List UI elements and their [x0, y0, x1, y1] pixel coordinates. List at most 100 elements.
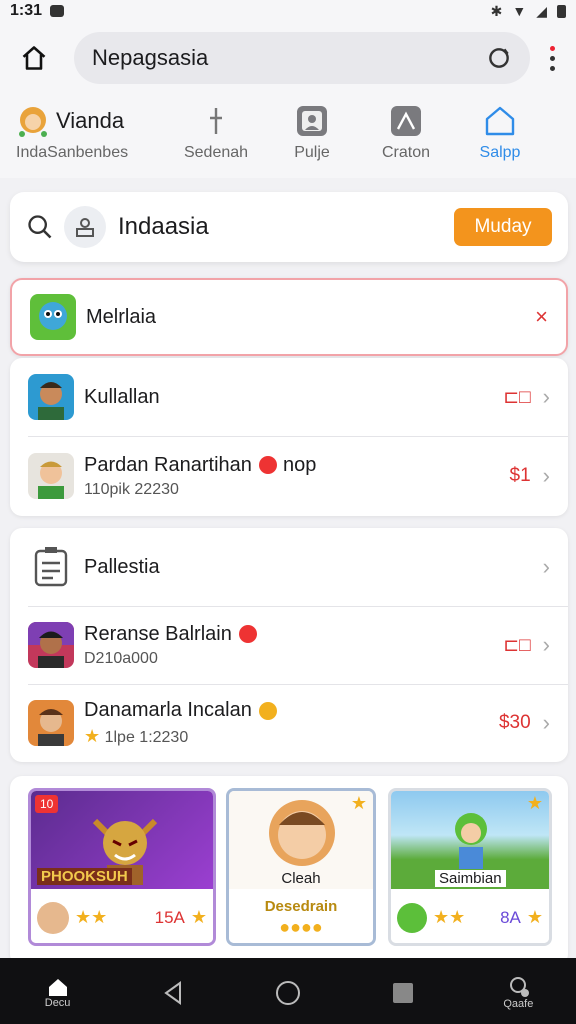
- main-search-label: Indaasia: [118, 213, 209, 240]
- message-icon: [50, 5, 65, 17]
- game-art: ★ Saimbian: [391, 791, 549, 889]
- main-search-bar[interactable]: Indaasia Muday: [10, 192, 568, 262]
- game-subtitle: Desedrain: [264, 897, 338, 915]
- item-title: Reranse Balrlain: [84, 623, 503, 646]
- chevron-right-icon: ›: [542, 554, 550, 579]
- list-item[interactable]: Danamarla Incalan ★ 1lpe 1:2230 $30 ›: [10, 684, 568, 762]
- selected-item-card[interactable]: Melrlaia ×: [10, 278, 568, 356]
- category-label: IndaSanbenbes: [16, 144, 129, 161]
- category-item-pulje[interactable]: Pulje: [266, 98, 358, 162]
- game-tile[interactable]: ★ Cleah Desedrain ●●●●: [226, 788, 376, 946]
- status-bar: 1:31 ✱ ▼ ◢: [0, 0, 576, 22]
- top-bar: Nepagsasia: [0, 22, 576, 94]
- category-item-sedenah[interactable]: Sedenah: [166, 98, 266, 162]
- item-title: Pardan Ranartihan nop: [84, 453, 317, 476]
- category-label: Sedenah: [183, 144, 249, 161]
- list-item[interactable]: Kullallan ⊏□ ›: [10, 358, 568, 436]
- status-icons: ✱ ▼ ◢: [491, 3, 566, 20]
- nav-profile-label: Qaafe: [503, 998, 534, 1010]
- nav-back[interactable]: [133, 981, 213, 1005]
- user-avatar[interactable]: [64, 206, 106, 248]
- category-label: Craton: [381, 144, 431, 161]
- nav-home-label: Decu: [44, 997, 71, 1009]
- wifi-icon: ▼: [512, 3, 527, 19]
- player-avatar: [397, 902, 427, 933]
- game-price: 15A: [154, 907, 185, 927]
- category-row: Vianda IndaSanbenbes Sedenah Pulje Crato…: [0, 94, 576, 178]
- star-icon: ★: [84, 726, 101, 746]
- badge-icon: [239, 625, 258, 644]
- game-price: 8A: [500, 907, 521, 927]
- home-button[interactable]: [14, 38, 54, 78]
- chevron-right-icon: ›: [542, 384, 550, 409]
- home-icon: [22, 46, 46, 70]
- category-item-craton[interactable]: Craton: [358, 98, 454, 162]
- game-badge: 10: [35, 795, 59, 813]
- list-item[interactable]: Pardan Ranartihan nop 110pik 22230 $1 ›: [10, 436, 568, 516]
- status-time: 1:31: [10, 2, 43, 19]
- app-icon: [28, 453, 74, 499]
- item-subtitle: 110pik 22230: [84, 480, 179, 498]
- hanger-icon: [391, 106, 421, 136]
- game-title: PHOOKSUH: [37, 868, 132, 885]
- house-icon: [485, 106, 515, 136]
- chevron-right-icon: ›: [542, 632, 550, 657]
- list-item[interactable]: Reranse Balrlain D210a000 ⊏□ ›: [10, 606, 568, 684]
- emoji-icon: [259, 701, 278, 720]
- back-icon: [164, 981, 181, 1005]
- game-art: ★ Cleah: [229, 791, 373, 889]
- url-search-field[interactable]: Nepagsasia: [74, 32, 530, 84]
- game-footer: ★★ 15A ★: [31, 889, 213, 943]
- rating-stars: ★★: [75, 907, 108, 927]
- nav-recents[interactable]: [363, 982, 443, 1004]
- calculator-icon: [28, 544, 74, 590]
- item-price: $1: [509, 465, 531, 486]
- list-card-2: Pallestia › Reranse Balrlain D210a000 ⊏□…: [10, 528, 568, 762]
- image-icon: [297, 106, 327, 136]
- recents-icon: [393, 983, 414, 1003]
- nav-home[interactable]: Decu: [18, 977, 98, 1009]
- star-icon: ★: [526, 907, 543, 927]
- overflow-menu-button[interactable]: [542, 45, 562, 71]
- close-icon[interactable]: ×: [535, 304, 548, 330]
- bluetooth-icon: ✱: [490, 2, 503, 19]
- category-item-salpp[interactable]: Salpp: [454, 98, 546, 162]
- app-icon: [28, 700, 74, 746]
- item-subtitle: D210a000: [84, 649, 158, 667]
- player-avatar: [37, 901, 69, 934]
- tool-icon: [210, 108, 222, 134]
- nav-profile[interactable]: Qaafe: [478, 976, 558, 1010]
- chevron-right-icon: ›: [542, 710, 550, 735]
- game-footer: ★★ 8A ★: [391, 889, 549, 943]
- chevron-right-icon: ›: [542, 463, 550, 488]
- game-tile[interactable]: ★ Saimbian ★★ 8A ★: [388, 788, 552, 946]
- star-icon: ★: [526, 793, 543, 813]
- muday-button[interactable]: Muday: [454, 208, 552, 246]
- refresh-icon[interactable]: [486, 45, 512, 71]
- star-icon: ★: [190, 907, 207, 927]
- system-nav-bar: Decu Qaafe: [0, 958, 576, 1024]
- cart-icon[interactable]: ⊏□: [503, 386, 530, 409]
- signal-icon: ◢: [536, 2, 547, 19]
- search-icon: [28, 215, 52, 239]
- item-title: Melrlaia: [86, 305, 157, 328]
- badge-icon: [259, 456, 278, 475]
- rating-stars: ★★: [433, 907, 466, 927]
- rating-stars: ●●●●: [279, 916, 323, 937]
- item-price: $30: [498, 712, 531, 733]
- list-item[interactable]: Melrlaia ×: [12, 280, 566, 354]
- list-card-1: Kullallan ⊏□ › Pardan Ranartihan nop 110…: [10, 358, 568, 516]
- game-tile[interactable]: 10 PHOOKSUH ★★ 15A ★: [28, 788, 216, 946]
- battery-icon: [557, 4, 566, 18]
- games-carousel: 10 PHOOKSUH ★★ 15A ★ ★ Cleah Desedrain ●…: [10, 776, 568, 966]
- game-footer: Desedrain ●●●●: [229, 889, 373, 943]
- game-title: Saimbian: [435, 870, 506, 887]
- cart-icon[interactable]: ⊏□: [503, 634, 530, 657]
- category-label: Salpp: [479, 144, 521, 161]
- home-icon: [48, 979, 67, 996]
- item-subtitle: ★ 1lpe 1:2230: [84, 726, 189, 746]
- nav-home-circle[interactable]: [248, 980, 328, 1006]
- category-item-account[interactable]: Vianda IndaSanbenbes: [16, 98, 166, 162]
- list-item[interactable]: Pallestia ›: [10, 528, 568, 606]
- app-icon: [28, 374, 74, 420]
